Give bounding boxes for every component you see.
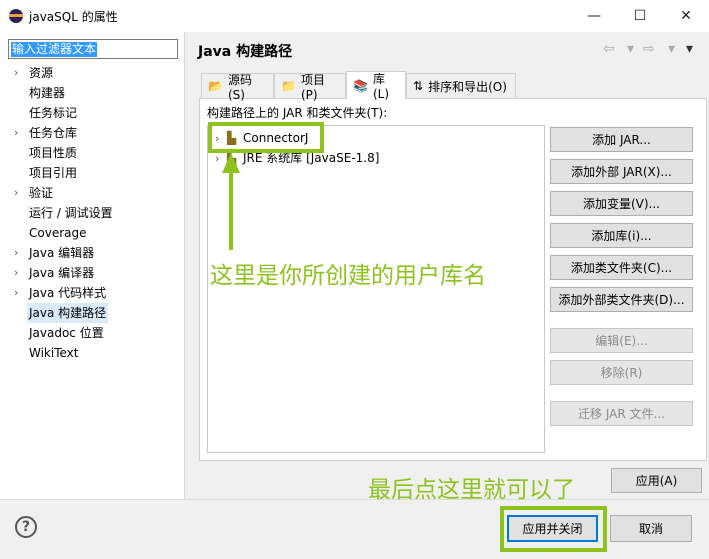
sidebar-item-javadoc-location[interactable]: Javadoc 位置 xyxy=(0,323,184,343)
edit-button[interactable]: 编辑(E)... xyxy=(550,328,693,353)
sidebar-item-label: 构建器 xyxy=(29,86,66,100)
arrow-shaft xyxy=(229,170,233,250)
add-library-button[interactable]: 添加库(i)... xyxy=(550,223,693,248)
close-button[interactable]: ✕ xyxy=(663,0,709,32)
tab-libraries[interactable]: 📚 库(L) xyxy=(346,71,406,101)
sidebar-item-label: 项目性质 xyxy=(29,146,78,160)
sidebar-item-label: Java 构建路径 xyxy=(27,303,109,323)
add-external-class-folder-button[interactable]: 添加外部类文件夹(D)... xyxy=(550,287,693,312)
sidebar-item-project-facets[interactable]: 项目性质 xyxy=(0,143,184,163)
library-label: JRE 系统库 [JavaSE-1.8] xyxy=(243,151,380,165)
chevron-down-icon[interactable]: ▾ xyxy=(627,41,634,57)
sidebar-item-java-editor[interactable]: › Java 编辑器 xyxy=(0,243,184,263)
sidebar-item-label: Java 代码样式 xyxy=(29,286,107,300)
sidebar: 输入过滤器文本 › 资源 构建器 任务标记 › 任务仓库 项目性质 项目引用 › 验证… xyxy=(0,32,185,499)
sidebar-item-label: Coverage xyxy=(29,226,87,240)
sidebar-item-wikitext[interactable]: WikiText xyxy=(0,343,184,363)
sidebar-item-resource[interactable]: › 资源 xyxy=(0,63,184,83)
add-external-jar-button[interactable]: 添加外部 JAR(X)... xyxy=(550,159,693,184)
back-arrow-icon[interactable]: ⇦ xyxy=(603,41,615,57)
tab-projects[interactable]: 📁 项目(P) xyxy=(274,73,346,102)
sidebar-item-label: 任务标记 xyxy=(29,106,78,120)
chevron-right-icon[interactable]: › xyxy=(14,123,18,143)
add-class-folder-button[interactable]: 添加类文件夹(C)... xyxy=(550,255,693,280)
chevron-right-icon[interactable]: › xyxy=(14,63,18,83)
chevron-right-icon[interactable]: › xyxy=(14,243,18,263)
filter-input[interactable]: 输入过滤器文本 xyxy=(8,39,178,59)
page-title: Java 构建路径 xyxy=(198,44,293,60)
sidebar-item-java-code-style[interactable]: › Java 代码样式 xyxy=(0,283,184,303)
eclipse-icon xyxy=(9,9,23,23)
annotation-library-note: 这里是你所创建的用户库名 xyxy=(210,263,486,289)
tab-label: 排序和导出(O) xyxy=(428,79,507,94)
sidebar-item-java-build-path[interactable]: Java 构建路径 xyxy=(0,303,184,323)
sidebar-item-coverage[interactable]: Coverage xyxy=(0,223,184,243)
filter-text: 输入过滤器文本 xyxy=(11,42,98,57)
sidebar-item-builders[interactable]: 构建器 xyxy=(0,83,184,103)
sidebar-item-label: Java 编辑器 xyxy=(29,246,95,260)
minimize-button[interactable]: — xyxy=(571,0,617,32)
folder-icon: 📁 xyxy=(281,79,296,93)
tab-source[interactable]: 📂 源码(S) xyxy=(201,73,274,102)
tab-label: 源码(S) xyxy=(227,72,252,102)
tab-order-export[interactable]: ⇅ 排序和导出(O) xyxy=(406,73,516,98)
migrate-jar-button[interactable]: 迁移 JAR 文件... xyxy=(550,401,693,426)
folder-open-icon: 📂 xyxy=(208,79,223,93)
tab-label: 项目(P) xyxy=(300,72,325,102)
sidebar-item-label: 项目引用 xyxy=(29,166,78,180)
highlight-apply-close xyxy=(500,506,607,552)
chevron-down-icon[interactable]: ▾ xyxy=(668,41,675,57)
add-jar-button[interactable]: 添加 JAR... xyxy=(550,127,693,152)
tab-label: 库(L) xyxy=(372,72,390,101)
forward-arrow-icon[interactable]: ⇨ xyxy=(643,41,655,57)
sidebar-item-java-compiler[interactable]: › Java 编译器 xyxy=(0,263,184,283)
view-menu-icon[interactable]: ▾ xyxy=(686,41,693,57)
sidebar-item-label: WikiText xyxy=(29,346,79,360)
sidebar-item-label: Javadoc 位置 xyxy=(29,326,104,340)
sidebar-item-project-references[interactable]: 项目引用 xyxy=(0,163,184,183)
maximize-button[interactable]: ☐ xyxy=(617,0,663,32)
highlight-connectorj xyxy=(208,122,324,153)
sidebar-item-label: 任务仓库 xyxy=(29,126,78,140)
sidebar-item-task-tags[interactable]: 任务标记 xyxy=(0,103,184,123)
chevron-right-icon[interactable]: › xyxy=(14,183,18,203)
remove-button[interactable]: 移除(R) xyxy=(550,360,693,385)
sidebar-item-run-debug[interactable]: 运行 / 调试设置 xyxy=(0,203,184,223)
sidebar-item-label: 验证 xyxy=(29,186,54,200)
sidebar-item-label: Java 编译器 xyxy=(29,266,95,280)
annotation-apply-note: 最后点这里就可以了 xyxy=(368,477,575,503)
chevron-right-icon[interactable]: › xyxy=(14,283,18,303)
add-variable-button[interactable]: 添加变量(V)... xyxy=(550,191,693,216)
library-icon: 📚 xyxy=(353,78,368,93)
sidebar-item-label: 资源 xyxy=(29,66,54,80)
sidebar-item-label: 运行 / 调试设置 xyxy=(29,206,113,220)
help-icon[interactable]: ? xyxy=(15,516,37,538)
cancel-button[interactable]: 取消 xyxy=(610,515,692,542)
window-title: javaSQL 的属性 xyxy=(29,10,118,24)
sidebar-item-validation[interactable]: › 验证 xyxy=(0,183,184,203)
chevron-right-icon[interactable]: › xyxy=(14,263,18,283)
apply-button[interactable]: 应用(A) xyxy=(611,468,702,493)
libraries-label: 构建路径上的 JAR 和类文件夹(T): xyxy=(207,106,388,120)
sort-icon: ⇅ xyxy=(413,79,424,93)
sidebar-item-task-repository[interactable]: › 任务仓库 xyxy=(0,123,184,143)
